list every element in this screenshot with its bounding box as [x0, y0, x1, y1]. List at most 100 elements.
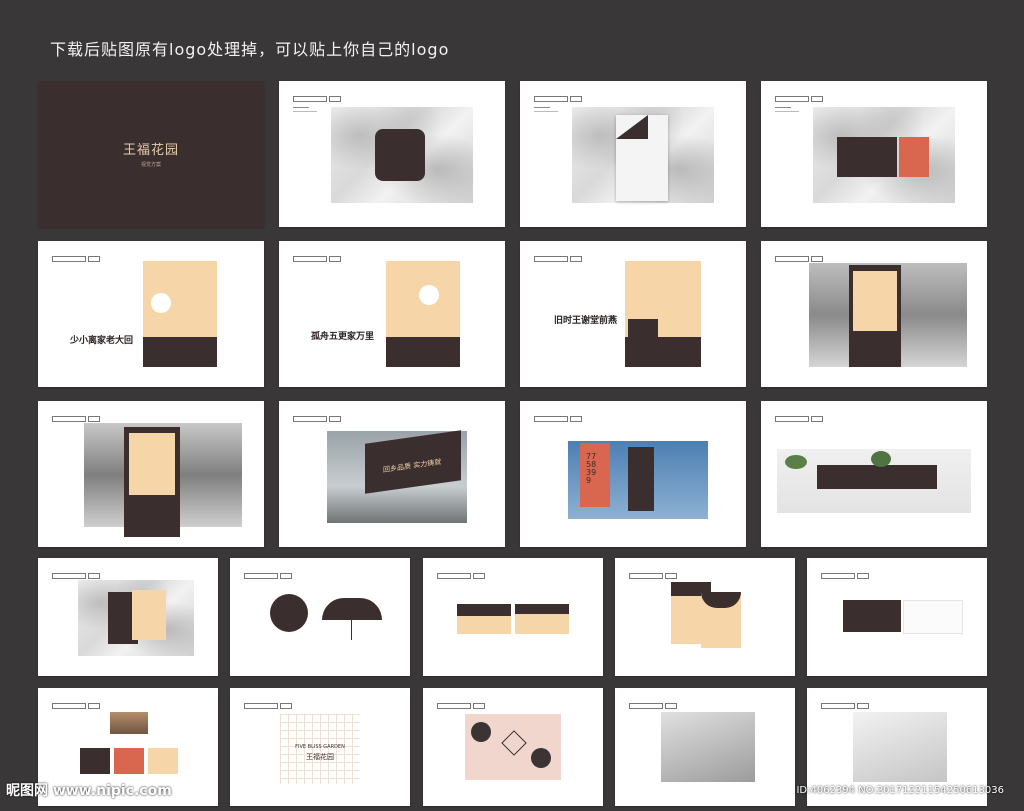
poster-title: 少小离家老大回: [70, 336, 134, 346]
slide-cards-marble[interactable]: [38, 558, 218, 676]
slide-label: [293, 416, 327, 422]
envelope-flap: [457, 604, 511, 616]
logo-english: FIVE BLISS GARDEN: [295, 744, 345, 750]
slide-label: [534, 256, 568, 262]
cover-title: 王福花园: [122, 143, 179, 158]
banner-numbers: 7758399: [586, 452, 597, 485]
card-back: [903, 600, 963, 634]
poster-footer: [386, 337, 460, 367]
tree-left: [785, 455, 807, 469]
slide-label-page: [88, 703, 100, 709]
slide-label: [244, 703, 278, 709]
slide-label-page: [88, 256, 100, 262]
slide-label-page: [88, 416, 100, 422]
slide-business-card[interactable]: [807, 558, 987, 676]
slide-label: [293, 256, 327, 262]
umbrella-side: [322, 598, 382, 620]
slide-caption-line: [775, 107, 791, 108]
card-front: [843, 600, 901, 632]
slide-label: [629, 573, 663, 579]
slide-label-page: [857, 703, 869, 709]
slide-label: [775, 416, 809, 422]
slide-label: [437, 573, 471, 579]
logo-variant-peach: [148, 748, 178, 774]
lightbox-poster: [853, 271, 897, 331]
slide-label: [629, 703, 663, 709]
slide-pattern[interactable]: [423, 688, 603, 806]
slide-file-bag[interactable]: [615, 558, 795, 676]
header-notice: 下载后贴图原有logo处理掉，可以贴上你自己的logo: [50, 40, 450, 59]
slide-banner[interactable]: 7758399: [520, 401, 746, 547]
slide-cover[interactable]: 王福花园 视觉方案: [38, 81, 264, 227]
slide-emboss-1[interactable]: [615, 688, 795, 806]
slide-label: [52, 416, 86, 422]
slide-envelope[interactable]: [423, 558, 603, 676]
slide-umbrella[interactable]: [230, 558, 410, 676]
slide-label-page: [570, 416, 582, 422]
slide-caption-line: [775, 111, 799, 112]
slide-label: [775, 96, 809, 102]
moon-shape: [419, 285, 439, 305]
slide-label-page: [570, 96, 582, 102]
poster-title: 孤舟五更家万里: [311, 332, 375, 342]
slide-label-page: [329, 96, 341, 102]
hoarding-panel: [817, 465, 937, 489]
slide-lightbox-2[interactable]: [38, 401, 264, 547]
notebook: [132, 590, 166, 640]
slide-label-page: [280, 703, 292, 709]
flower-pattern: [531, 748, 551, 768]
slide-letterhead[interactable]: [520, 81, 746, 227]
shopping-bag: [837, 137, 897, 177]
slide-label: [293, 96, 327, 102]
moon-shape: [151, 293, 171, 313]
slide-label: [821, 573, 855, 579]
slide-label-page: [329, 416, 341, 422]
slide-pillow[interactable]: [279, 81, 505, 227]
slide-label-page: [665, 703, 677, 709]
slide-label-page: [570, 256, 582, 262]
slide-label-page: [857, 573, 869, 579]
slide-label: [52, 573, 86, 579]
lightbox-poster: [129, 433, 175, 495]
emboss-paper: [661, 712, 755, 782]
envelope-band: [515, 604, 569, 614]
slide-label-page: [473, 703, 485, 709]
banner-right: [628, 447, 654, 511]
slide-label: [534, 416, 568, 422]
slide-caption-line: [534, 111, 558, 112]
logo-chinese: 王福花园: [306, 753, 334, 761]
slide-label-page: [473, 573, 485, 579]
slide-caption-line: [534, 107, 550, 108]
slide-label: [52, 256, 86, 262]
emboss-paper: [853, 712, 947, 782]
slide-poster-2[interactable]: 孤舟五更家万里: [279, 241, 505, 387]
slide-label-page: [329, 256, 341, 262]
slide-label-page: [811, 256, 823, 262]
cover-subtitle: 视觉方案: [140, 162, 161, 168]
slide-billboard[interactable]: 回乡品质 实力铸就: [279, 401, 505, 547]
slide-label: [52, 703, 86, 709]
poster-footer: [143, 337, 217, 367]
slide-caption-line: [293, 107, 309, 108]
slide-lightbox-1[interactable]: [761, 241, 987, 387]
slide-logo-grid[interactable]: FIVE BLISS GARDEN 王福花园: [230, 688, 410, 806]
slide-label-page: [811, 96, 823, 102]
slide-caption-line: [293, 111, 317, 112]
slide-label-page: [280, 573, 292, 579]
umbrella-handle: [351, 620, 352, 640]
shopping-bag-side: [899, 137, 929, 177]
slide-poster-1[interactable]: 少小离家老大回: [38, 241, 264, 387]
logo-variant-brown: [80, 748, 110, 774]
slide-bag[interactable]: [761, 81, 987, 227]
slide-label-page: [88, 573, 100, 579]
slide-poster-3[interactable]: 旧时王谢堂前燕: [520, 241, 746, 387]
slide-label-page: [665, 573, 677, 579]
slide-label: [437, 703, 471, 709]
slide-label-page: [811, 416, 823, 422]
slide-label: [775, 256, 809, 262]
slide-label: [534, 96, 568, 102]
poster-title: 旧时王谢堂前燕: [554, 316, 618, 326]
building-photo: [110, 712, 148, 734]
watermark-id: ID:4062394 NO:20171221154250613036: [796, 785, 1004, 796]
slide-hoarding[interactable]: [761, 401, 987, 547]
